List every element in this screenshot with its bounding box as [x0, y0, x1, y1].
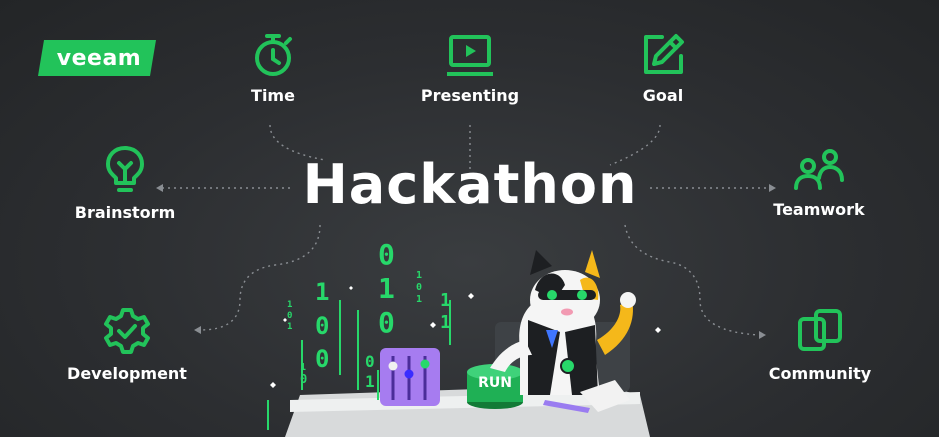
binary-digit: 0	[365, 352, 375, 371]
binary-digit: 1	[287, 322, 293, 332]
binary-digit: 1	[416, 294, 423, 305]
binary-digit: 1	[315, 278, 330, 306]
run-button-label: RUN	[478, 375, 512, 391]
binary-digit: 1	[378, 272, 395, 305]
binary-digit: 0	[315, 345, 330, 373]
binary-digit: 1	[440, 290, 451, 311]
binary-digit: 0	[378, 238, 395, 271]
binary-digit: 0	[287, 311, 293, 321]
binary-digit: 1	[440, 312, 451, 333]
binary-digit: 1	[287, 300, 293, 310]
binary-digit: 1	[416, 270, 423, 281]
binary-digit: 0	[315, 312, 330, 340]
cat-glasses	[538, 290, 596, 300]
binary-digit: 0	[378, 306, 395, 339]
binary-digit: 1	[300, 362, 307, 373]
binary-digit: 1	[365, 372, 375, 391]
hackathon-illustration	[267, 250, 661, 437]
binary-digit: 0	[300, 372, 308, 386]
binary-digit: 0	[416, 282, 423, 293]
hackathon-banner: veeam Time Presenting Goal Brainstorm Te…	[0, 0, 939, 437]
